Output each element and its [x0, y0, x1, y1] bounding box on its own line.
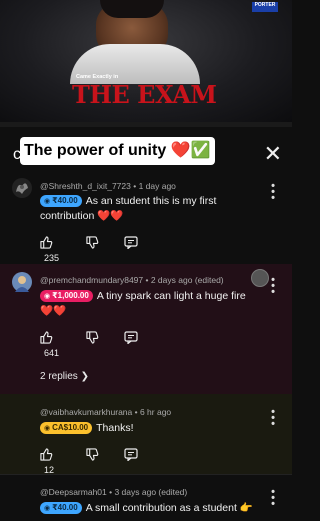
comment-body: ◉ CA$10.00 Thanks!	[40, 421, 272, 436]
avatar[interactable]	[12, 178, 32, 198]
thumbs-up-icon	[40, 236, 53, 249]
comment-body: ◉ ₹1,000.00 A tiny spark can light a huge …	[40, 290, 246, 317]
like-count: 641	[44, 348, 60, 358]
super-thanks-icon: ◉	[44, 198, 51, 205]
edited-label: (edited)	[194, 275, 224, 285]
edited-label: (edited)	[158, 487, 188, 497]
dislike-button[interactable]	[86, 448, 99, 462]
super-thanks-icon: ◉	[44, 293, 51, 300]
dislike-button[interactable]	[86, 331, 99, 345]
comment-author[interactable]: @Shreshth_d_ixit_7723	[40, 181, 131, 191]
video-player[interactable]: PORTER Came Exactly in THE EXAM	[0, 0, 292, 122]
comment-author[interactable]: @vaibhavkumarkhurana	[40, 407, 132, 417]
comment-time: 1 day ago	[138, 181, 176, 191]
reply-icon	[124, 236, 138, 250]
dislike-button[interactable]	[86, 236, 99, 250]
like-button[interactable]: 235	[40, 236, 59, 263]
comment-author[interactable]: @premchandmundary8497	[40, 275, 143, 285]
reply-button[interactable]	[124, 236, 138, 250]
reply-button[interactable]	[124, 448, 138, 462]
comment-item: @premchandmundary8497 • 2 days ago (edit…	[0, 264, 292, 394]
comment-item: @Deepsarmah01 • 3 days ago (edited) • • • …	[0, 474, 292, 521]
comment-time: 3 days ago	[114, 487, 157, 497]
thumbs-down-icon	[86, 448, 99, 461]
caption-overlay: The power of unity ❤️✅	[20, 137, 215, 165]
comment-time: 2 days ago	[150, 275, 193, 285]
like-button[interactable]: 641	[40, 331, 59, 358]
view-replies-button[interactable]: 2 replies ❯	[40, 371, 89, 382]
super-thanks-badge: ◉ ₹1,000.00	[40, 290, 93, 302]
close-icon[interactable]: ✕	[264, 141, 282, 167]
comment-meta: @premchandmundary8497 • 2 days ago (edit…	[40, 275, 224, 285]
comment-item: @Shreshth_d_ixit_7723 • 1 day ago • • • ◉ ₹…	[0, 175, 292, 264]
comment-meta: @Deepsarmah01 • 3 days ago (edited)	[40, 487, 188, 497]
avatar[interactable]	[12, 272, 32, 292]
thumbs-down-icon	[86, 331, 99, 344]
super-thanks-icon: ◉	[44, 505, 51, 512]
reply-icon	[124, 331, 138, 345]
thumbs-down-icon	[86, 236, 99, 249]
reply-button[interactable]	[124, 331, 138, 345]
comment-body: ◉ ₹40.00 A small contribution as a student…	[40, 501, 272, 516]
like-button[interactable]: 12	[40, 448, 54, 475]
comment-time: 6 hr ago	[139, 407, 172, 417]
comment-body: ◉ ₹40.00 As an student this is my first con…	[40, 195, 217, 222]
super-thanks-badge: ◉ ₹40.00	[40, 502, 82, 514]
reply-icon	[124, 448, 138, 462]
thumbs-up-icon	[40, 331, 53, 344]
comment-item: @vaibhavkumarkhurana • 6 hr ago • • • ◉ CA$…	[0, 394, 292, 475]
comment-author[interactable]: @Deepsarmah01	[40, 487, 107, 497]
thumbs-up-icon	[40, 448, 53, 461]
comment-meta: @Shreshth_d_ixit_7723 • 1 day ago	[40, 181, 176, 191]
video-title-overlay: THE EXAM	[72, 80, 217, 109]
chevron-right-icon: ❯	[80, 371, 89, 382]
touch-indicator	[251, 269, 269, 287]
brand-badge: PORTER	[252, 2, 278, 12]
comment-meta: @vaibhavkumarkhurana • 6 hr ago	[40, 407, 172, 417]
super-thanks-icon: ◉	[44, 425, 51, 432]
like-count: 235	[44, 253, 60, 263]
super-thanks-badge: ◉ CA$10.00	[40, 422, 93, 434]
super-thanks-badge: ◉ ₹40.00	[40, 195, 82, 207]
